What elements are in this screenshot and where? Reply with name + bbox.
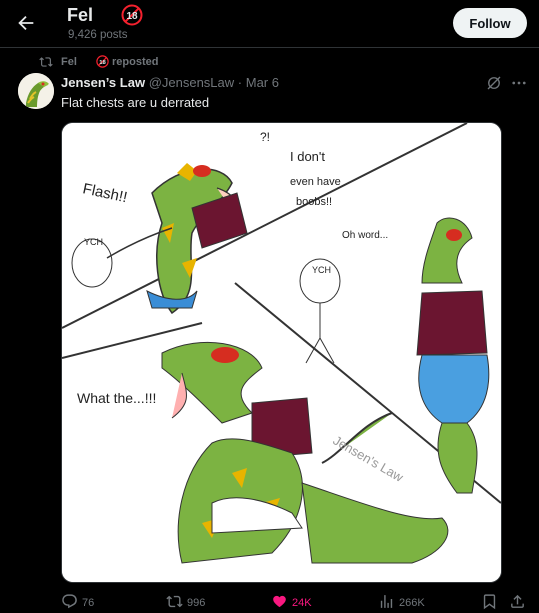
grok-icon[interactable] (485, 74, 503, 92)
post-date[interactable]: Mar 6 (246, 75, 279, 90)
profile-name: Fel (67, 5, 94, 25)
share-icon[interactable] (509, 593, 526, 610)
separator-dot: · (237, 75, 243, 90)
header-badge-text: 18 (126, 11, 138, 22)
author-handle[interactable]: @JensensLaw (149, 75, 234, 90)
author-avatar[interactable] (18, 73, 54, 109)
post-text: Flat chests are u derrated (61, 95, 210, 110)
comic-text-6: Oh word... (342, 230, 388, 241)
repost-icon (166, 595, 183, 608)
post-header: Jensen’s Law @JensensLaw · Mar 6 (61, 75, 279, 90)
views-button[interactable]: 266K (378, 593, 438, 611)
post-image[interactable]: ?! Flash!! I don't even have boobs!! YCH… (61, 122, 502, 583)
comic-text-4: boobs!! (296, 196, 332, 208)
repost-button[interactable]: 996 (166, 593, 221, 611)
post-actions: 76 996 24K 266K (0, 590, 539, 613)
age-restricted-18-icon: 18 (96, 55, 109, 68)
like-count: 24K (292, 597, 312, 609)
repost-count: 996 (187, 597, 206, 609)
follow-button[interactable]: Follow (453, 8, 527, 38)
author-name[interactable]: Jensen’s Law (61, 75, 145, 90)
back-arrow-icon[interactable] (15, 12, 37, 34)
comic-text-7: YCH (312, 265, 331, 275)
lizard-avatar-icon (18, 73, 54, 109)
comic-illustration: ?! Flash!! I don't even have boobs!! YCH… (62, 123, 501, 582)
bookmark-icon[interactable] (481, 593, 498, 610)
reply-icon (62, 594, 77, 609)
posts-count: 9,426 posts (68, 29, 128, 41)
reply-button[interactable]: 76 (61, 593, 111, 611)
more-options-icon[interactable] (510, 74, 528, 92)
age-restricted-18-icon: 18 (121, 4, 143, 26)
repost-icon (39, 57, 53, 67)
profile-header: Fel 18 9,426 posts Follow (0, 0, 539, 48)
comic-text-0: ?! (260, 130, 270, 144)
repost-badge-text: 18 (99, 60, 106, 66)
comic-text-8: What the...!!! (77, 390, 156, 406)
comic-text-5: YCH (84, 237, 103, 247)
views-count: 266K (399, 597, 425, 609)
views-chart-icon (380, 595, 393, 608)
reply-count: 76 (82, 597, 95, 609)
reposter-name[interactable]: Fel (61, 56, 77, 68)
page: Fel 18 9,426 posts Follow Fel 18 reposte… (0, 0, 539, 613)
comic-text-2: I don't (290, 149, 325, 164)
reposted-label: reposted (112, 56, 159, 68)
heart-icon (273, 595, 286, 608)
like-button[interactable]: 24K (271, 593, 326, 611)
comic-text-3: even have (290, 176, 341, 188)
